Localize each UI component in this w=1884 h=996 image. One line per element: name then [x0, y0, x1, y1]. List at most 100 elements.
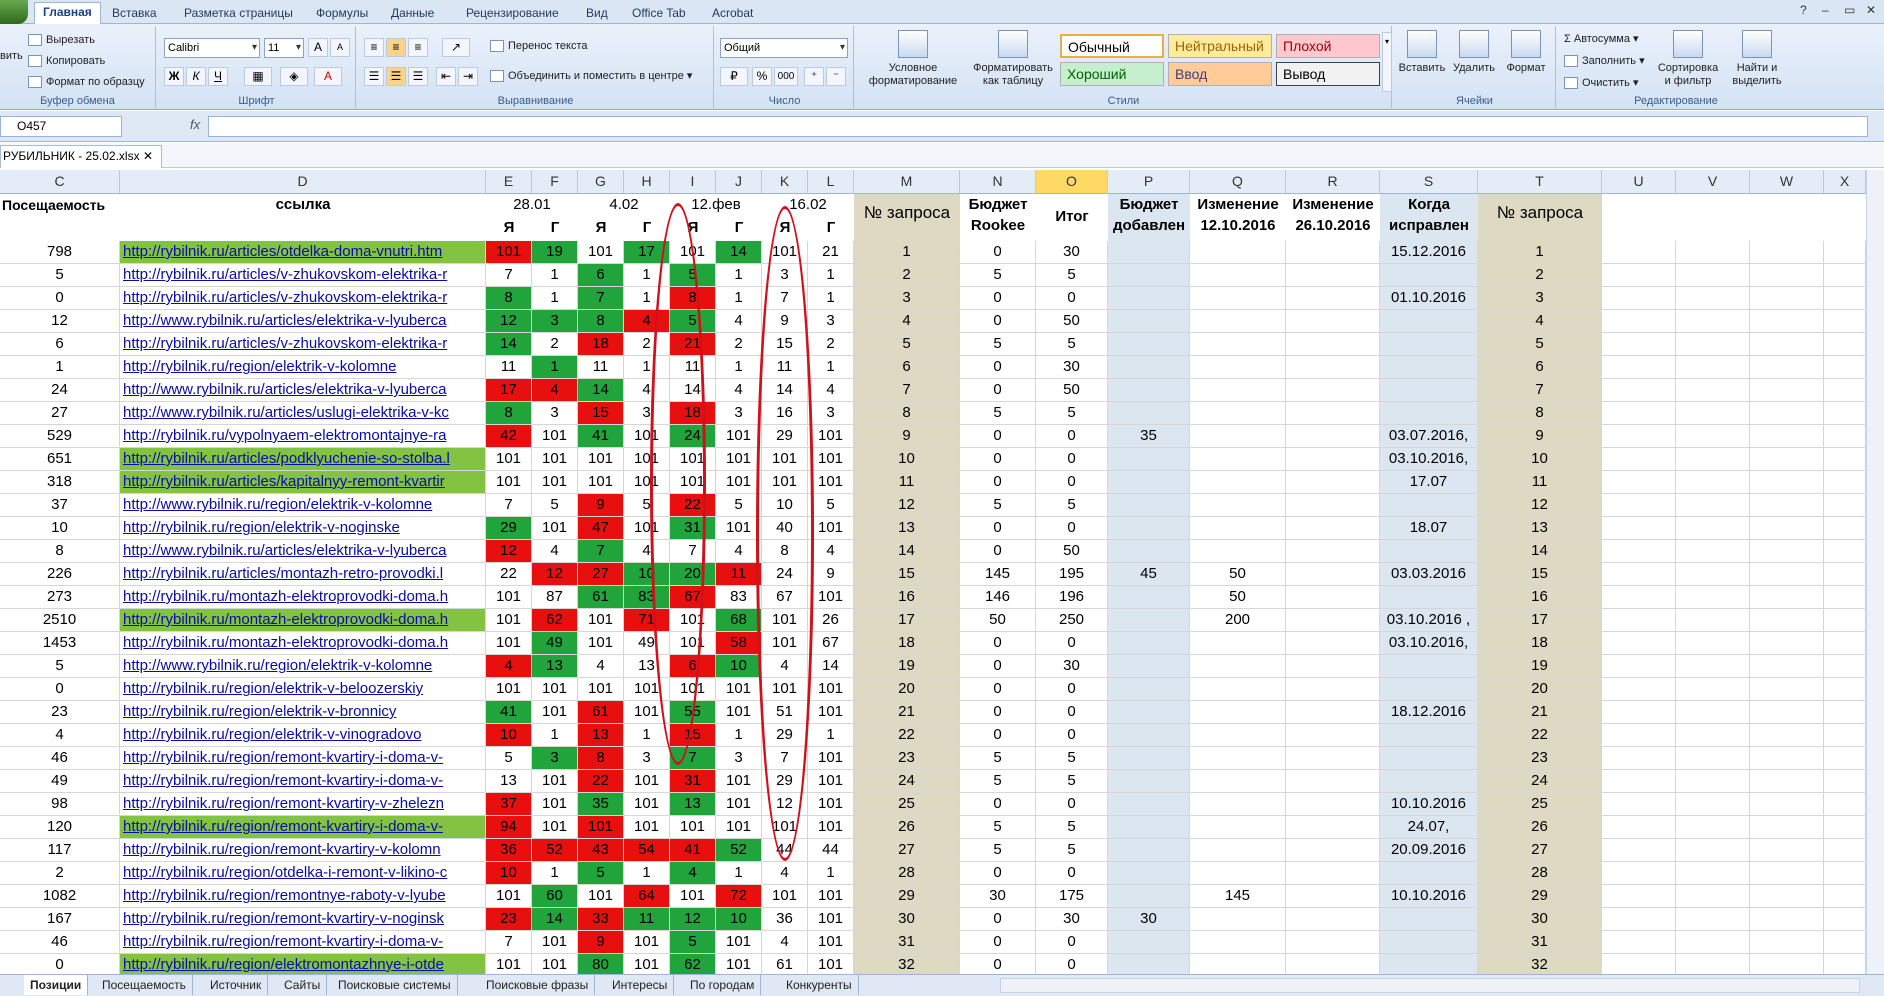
fill-button[interactable]: Заполнить ▾ [1564, 54, 1645, 68]
empty-cell[interactable] [1824, 678, 1866, 701]
url-link[interactable]: http://rybilnik.ru/region/elektrik-v-vin… [120, 724, 486, 747]
thousands-button[interactable]: 000 [774, 67, 798, 86]
column-header-p[interactable]: P [1108, 170, 1190, 194]
empty-cell[interactable] [1602, 862, 1676, 885]
url-link[interactable]: http://rybilnik.ru/region/elektromontazh… [120, 954, 486, 974]
empty-cell[interactable] [1676, 678, 1750, 701]
empty-cell[interactable] [1824, 448, 1866, 471]
empty-cell[interactable] [1750, 241, 1824, 264]
empty-cell[interactable] [1602, 678, 1676, 701]
empty-cell[interactable] [1676, 494, 1750, 517]
empty-cell[interactable] [1602, 540, 1676, 563]
empty-cell[interactable] [1750, 885, 1824, 908]
empty-cell[interactable] [1750, 540, 1824, 563]
empty-cell[interactable] [1602, 609, 1676, 632]
empty-cell[interactable] [1824, 747, 1866, 770]
url-link[interactable]: http://rybilnik.ru/region/remont-kvartir… [120, 908, 486, 931]
empty-cell[interactable] [1602, 425, 1676, 448]
column-header-n[interactable]: N [960, 170, 1036, 194]
find-select-button[interactable]: Найти и выделить [1724, 30, 1790, 88]
shrink-font-button[interactable]: A [330, 38, 350, 57]
empty-cell[interactable] [1750, 954, 1824, 974]
empty-cell[interactable] [1676, 471, 1750, 494]
empty-cell[interactable] [1676, 839, 1750, 862]
empty-cell[interactable] [1676, 885, 1750, 908]
empty-cell[interactable] [1824, 356, 1866, 379]
empty-cell[interactable] [1602, 517, 1676, 540]
empty-cell[interactable] [1824, 632, 1866, 655]
empty-cell[interactable] [1602, 931, 1676, 954]
style-neutral[interactable]: Нейтральный [1168, 34, 1272, 58]
empty-cell[interactable] [1824, 540, 1866, 563]
sheet-tab[interactable]: Позиции [24, 975, 89, 995]
empty-cell[interactable] [1602, 908, 1676, 931]
horizontal-scrollbar[interactable] [1000, 978, 1860, 993]
empty-cell[interactable] [1824, 816, 1866, 839]
borders-icon[interactable]: ▦ [244, 67, 272, 86]
empty-cell[interactable] [1824, 770, 1866, 793]
column-header-j[interactable]: J [716, 170, 762, 194]
empty-cell[interactable] [1676, 908, 1750, 931]
empty-cell[interactable] [1750, 632, 1824, 655]
empty-cell[interactable] [1602, 241, 1676, 264]
empty-cell[interactable] [1750, 793, 1824, 816]
spreadsheet-grid[interactable]: C D E F G H I J K L M N O P Q R S T U V W X Посещаемость ссылка… [0, 170, 1866, 974]
clear-button[interactable]: Очистить ▾ [1564, 76, 1638, 90]
empty-cell[interactable] [1824, 563, 1866, 586]
empty-cell[interactable] [1676, 563, 1750, 586]
empty-cell[interactable] [1750, 333, 1824, 356]
column-header-t[interactable]: T [1478, 170, 1602, 194]
sheet-tab[interactable]: По городам [684, 975, 762, 995]
url-link[interactable]: http://rybilnik.ru/region/remont-kvartir… [120, 770, 486, 793]
sheet-tab[interactable]: Источник [204, 975, 269, 995]
empty-cell[interactable] [1750, 701, 1824, 724]
format-button[interactable]: Формат [1500, 30, 1552, 75]
column-header-g[interactable]: G [578, 170, 624, 194]
column-header-o[interactable]: O [1036, 170, 1108, 194]
url-link[interactable]: http://rybilnik.ru/articles/kapitalnyy-r… [120, 471, 486, 494]
url-link[interactable]: http://rybilnik.ru/region/elektrik-v-bro… [120, 701, 486, 724]
close-icon[interactable]: ✕ [143, 149, 153, 163]
column-header-u[interactable]: U [1602, 170, 1676, 194]
url-link[interactable]: http://rybilnik.ru/montazh-elektroprovod… [120, 632, 486, 655]
empty-cell[interactable] [1750, 724, 1824, 747]
empty-cell[interactable] [1750, 494, 1824, 517]
ribbon-tab[interactable]: Главная [34, 2, 101, 24]
format-painter-button[interactable]: Формат по образцу [28, 76, 145, 89]
minimize-button[interactable]: – [1822, 3, 1829, 17]
empty-cell[interactable] [1824, 586, 1866, 609]
style-good[interactable]: Хороший [1060, 62, 1164, 86]
align-bottom-icon[interactable]: ≡ [408, 38, 428, 57]
underline-button[interactable]: Ч [208, 67, 228, 86]
url-link[interactable]: http://rybilnik.ru/articles/montazh-retr… [120, 563, 486, 586]
column-header-s[interactable]: S [1380, 170, 1478, 194]
url-link[interactable]: http://rybilnik.ru/articles/v-zhukovskom… [120, 264, 486, 287]
insert-button[interactable]: Вставить [1396, 30, 1448, 75]
column-header-k[interactable]: K [762, 170, 808, 194]
currency-icon[interactable]: ₽ [720, 67, 748, 86]
sort-filter-button[interactable]: Сортировка и фильтр [1654, 30, 1722, 88]
sheet-tab[interactable]: Поисковые системы [332, 975, 458, 995]
name-box[interactable]: O457 [0, 116, 122, 137]
empty-cell[interactable] [1750, 586, 1824, 609]
empty-cell[interactable] [1676, 770, 1750, 793]
empty-cell[interactable] [1750, 655, 1824, 678]
empty-cell[interactable] [1824, 425, 1866, 448]
url-link[interactable]: http://www.rybilnik.ru/articles/elektrik… [120, 540, 486, 563]
url-link[interactable]: http://rybilnik.ru/montazh-elektroprovod… [120, 586, 486, 609]
empty-cell[interactable] [1824, 908, 1866, 931]
wrap-text-button[interactable]: Перенос текста [490, 40, 588, 53]
align-left-icon[interactable]: ☰ [364, 67, 384, 86]
style-bad[interactable]: Плохой [1276, 34, 1380, 58]
help-icon[interactable]: ? [1800, 3, 1807, 17]
empty-cell[interactable] [1602, 310, 1676, 333]
empty-cell[interactable] [1824, 793, 1866, 816]
empty-cell[interactable] [1824, 494, 1866, 517]
empty-cell[interactable] [1824, 379, 1866, 402]
empty-cell[interactable] [1676, 609, 1750, 632]
empty-cell[interactable] [1750, 770, 1824, 793]
empty-cell[interactable] [1676, 724, 1750, 747]
empty-cell[interactable] [1750, 609, 1824, 632]
empty-cell[interactable] [1750, 448, 1824, 471]
ribbon-tab[interactable]: Разметка страницы [176, 4, 301, 24]
